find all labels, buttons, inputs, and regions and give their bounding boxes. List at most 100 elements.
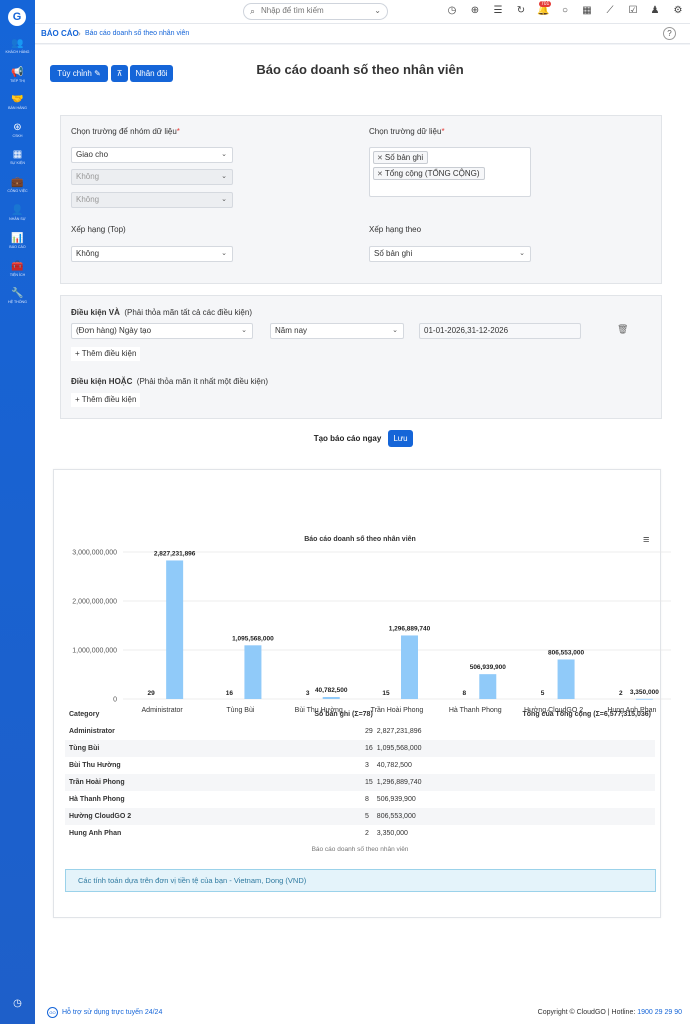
sidebar-item-7[interactable]: 📊 Báo cáo — [0, 233, 35, 250]
data-field-label-text: Chọn trường dữ liệu — [369, 127, 442, 136]
handshake-icon: 🤝 — [11, 94, 24, 105]
bar — [479, 674, 497, 699]
history-icon[interactable]: ◷ — [0, 998, 35, 1010]
condition-operator-value: Năm nay — [275, 326, 308, 335]
cell-records: 8 — [365, 796, 369, 803]
checkbox-icon[interactable]: ☑ — [627, 5, 639, 17]
remove-tag-icon[interactable]: ✕ — [377, 155, 383, 162]
app-logo[interactable]: G — [8, 8, 26, 26]
condition-field-select[interactable]: (Đơn hàng) Ngày tạo ⌄ — [71, 323, 253, 339]
footer-logo: GO — [47, 1007, 58, 1018]
sidebar-item-1[interactable]: 📢 Tiếp thị — [0, 67, 35, 84]
data-field-label: Chọn trường dữ liệu* — [369, 127, 445, 136]
help-icon[interactable]: ? — [663, 27, 676, 40]
count-value-label: 29 — [148, 690, 156, 697]
sidebar-item-label: Tiếp thị — [10, 79, 25, 83]
support-link[interactable]: Hỗ trợ sử dụng trực tuyến 24/24 — [62, 1009, 162, 1016]
top-rank-value: Không — [76, 249, 100, 258]
and-conditions-title: Điều kiện VÀ — [71, 308, 120, 317]
bar — [166, 560, 184, 699]
list-icon[interactable]: ☰ — [492, 5, 504, 17]
group-field-label-text: Chọn trường để nhóm dữ liệu — [71, 127, 177, 136]
data-tag-label: Tổng cộng (TỔNG CỘNG) — [384, 169, 480, 178]
count-value-label: 15 — [382, 690, 390, 697]
remove-tag-icon[interactable]: ✕ — [377, 171, 383, 178]
y-tick-label: 0 — [113, 697, 117, 704]
group-field-value: Giao cho — [76, 150, 109, 159]
group-field-select[interactable]: Giao cho ⌄ — [71, 147, 233, 163]
cell-records: 16 — [215, 740, 377, 757]
cell-total: 1,296,889,740 — [376, 774, 655, 791]
customize-button[interactable]: Tùy chỉnh ✎ — [50, 65, 108, 82]
cell-category: Hường CloudGO 2 — [65, 808, 215, 825]
user-icon[interactable]: ♟ — [649, 5, 661, 17]
sidebar-item-6[interactable]: 👤 Nhân sự — [0, 205, 35, 222]
plus-circle-icon[interactable]: ⊕ — [469, 5, 481, 17]
rank-by-value: Số bản ghi — [374, 249, 413, 258]
cell-category: Hà Thanh Phong — [69, 796, 125, 803]
cell-total: 806,553,000 — [376, 808, 655, 825]
column-header-records: Số bản ghi (Σ=78) — [314, 711, 373, 718]
pin-button[interactable]: ⊼ — [111, 65, 128, 82]
search-box[interactable]: ⌕ ⌄ — [243, 3, 388, 20]
trash-icon[interactable]: 🗑 — [617, 324, 628, 335]
count-value-label: 16 — [226, 690, 234, 697]
cell-records: 15 — [215, 774, 377, 791]
table-row: Hung Anh Phan 2 3,350,000 — [65, 825, 655, 842]
calendar-icon[interactable]: ▦ — [581, 5, 593, 17]
and-conditions-hint: (Phải thỏa mãn tất cả các điều kiện) — [124, 308, 252, 317]
bar — [557, 659, 575, 699]
breadcrumb: BÁO CÁO › Báo cáo doanh số theo nhân viê… — [35, 24, 690, 44]
sidebar-item-label: Công việc — [7, 189, 28, 193]
bar-value-label: 506,939,900 — [470, 664, 507, 671]
top-rank-select[interactable]: Không ⌄ — [71, 246, 233, 262]
breadcrumb-current[interactable]: Báo cáo doanh số theo nhân viên — [85, 30, 189, 37]
sidebar-item-label: Tiện ích — [9, 273, 26, 277]
add-or-condition-button[interactable]: + Thêm điều kiện — [71, 393, 141, 407]
chart-title: Báo cáo doanh số theo nhân viên — [304, 535, 416, 543]
add-and-condition-button[interactable]: + Thêm điều kiện — [71, 347, 141, 361]
sidebar-item-8[interactable]: 🧰 Tiện ích — [0, 261, 35, 278]
search-input[interactable] — [261, 6, 369, 15]
sidebar-item-9[interactable]: 🔧 Hệ thống — [0, 288, 35, 305]
clock-icon[interactable]: ◷ — [446, 5, 458, 17]
currency-notice: Các tính toán dựa trên đơn vị tiền tệ củ… — [65, 869, 656, 892]
data-field-multiselect[interactable]: ✕ Số bản ghi ✕ Tổng cộng (TỔNG CỘNG) — [369, 147, 531, 197]
refresh-icon[interactable]: ↻ — [515, 5, 527, 17]
chevron-down-icon[interactable]: ⌄ — [374, 6, 381, 15]
generate-report-button[interactable]: Tạo báo cáo ngay — [310, 430, 385, 447]
duplicate-button[interactable]: Nhân đôi — [130, 65, 173, 82]
group-field-2-select: Không ⌄ — [71, 169, 233, 185]
cell-records: 3 — [365, 762, 369, 769]
cell-category: Administrator — [69, 728, 115, 735]
sidebar-item-label: Sự kiện — [10, 161, 25, 165]
condition-operator-select[interactable]: Năm nay ⌄ — [270, 323, 404, 339]
chat-icon[interactable]: ○ — [559, 5, 571, 17]
table-row: Bùi Thu Hường 3 40,782,500 — [65, 757, 655, 774]
condition-range-input[interactable]: 01-01-2026,31-12-2026 — [419, 323, 581, 339]
group-field-3-select: Không ⌄ — [71, 192, 233, 208]
sidebar-item-2[interactable]: 🤝 Bán hàng — [0, 94, 35, 111]
hotline-link[interactable]: 1900 29 29 90 — [637, 1009, 682, 1016]
or-conditions-hint: (Phải thỏa mãn ít nhất một điều kiện) — [136, 377, 268, 386]
bar-value-label: 806,553,000 — [548, 649, 585, 656]
sidebar-item-5[interactable]: 💼 Công việc — [0, 177, 35, 194]
data-tag-label: Số bản ghi — [384, 153, 424, 162]
chart-line-icon[interactable]: ⟋ — [604, 5, 616, 17]
cell-category: Tùng Bùi — [65, 740, 215, 757]
breadcrumb-root[interactable]: BÁO CÁO — [41, 29, 79, 38]
sidebar-item-label: CSKH — [12, 134, 23, 138]
save-button[interactable]: Lưu — [388, 430, 413, 447]
settings-icon[interactable]: ⚙ — [672, 5, 684, 17]
cell-total: 2,827,231,896 — [376, 728, 422, 735]
sidebar-item-4[interactable]: ▦ Sự kiện — [0, 149, 35, 166]
customize-label: Tùy chỉnh — [57, 69, 92, 78]
bar-value-label: 1,296,889,740 — [389, 625, 431, 632]
sidebar-item-3[interactable]: ⊛ CSKH — [0, 122, 35, 139]
conditions-panel: Điều kiện VÀ (Phải thỏa mãn tất cả các đ… — [60, 295, 662, 419]
rank-by-select[interactable]: Số bản ghi ⌄ — [369, 246, 531, 262]
bar — [401, 635, 418, 699]
sidebar-item-0[interactable]: 👥 Khách hàng — [0, 38, 35, 55]
data-table: Category Số bản ghi (Σ=78) Tổng của Tổng… — [65, 706, 655, 842]
search-icon: ⌕ — [250, 6, 256, 16]
